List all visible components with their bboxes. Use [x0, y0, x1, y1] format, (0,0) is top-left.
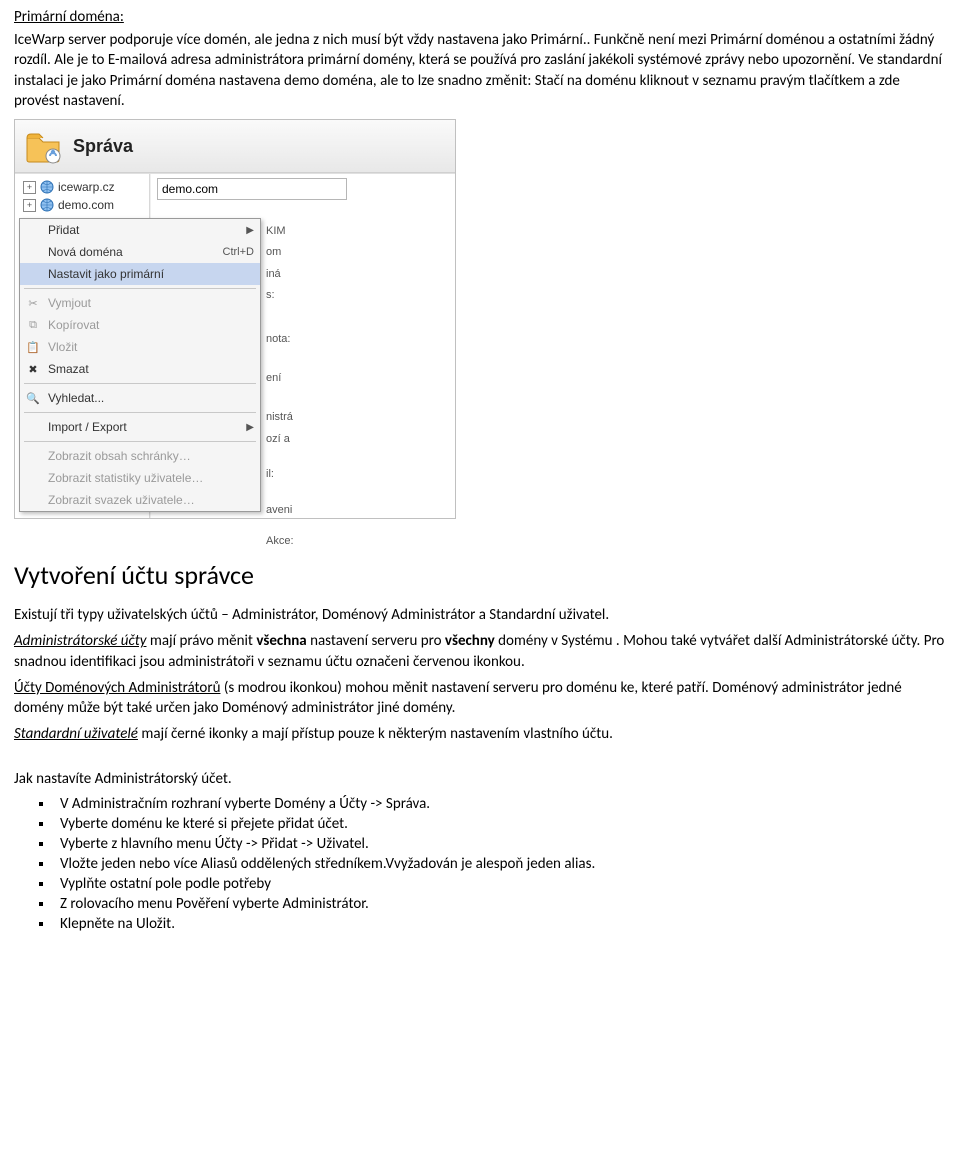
menu-label: Vymjout	[48, 296, 91, 310]
shortcut: Ctrl+D	[223, 246, 254, 258]
tree-item-icewarp[interactable]: + icewarp.cz	[19, 178, 149, 196]
menu-cut[interactable]: ✂ Vymjout	[20, 292, 260, 314]
tree-item-demo[interactable]: + demo.com	[19, 196, 149, 214]
blank-icon	[24, 419, 42, 435]
blank-icon	[24, 244, 42, 260]
side-label: il:	[262, 464, 322, 485]
blank-icon	[24, 266, 42, 282]
menu-import-export[interactable]: Import / Export ▶	[20, 416, 260, 438]
menu-paste[interactable]: 📋 Vložit	[20, 336, 260, 358]
tree-label: demo.com	[58, 198, 114, 212]
menu-copy[interactable]: ⧉ Kopírovat	[20, 314, 260, 336]
menu-new-domain[interactable]: Nová doména Ctrl+D	[20, 241, 260, 263]
menu-label: Zobrazit obsah schránky…	[48, 449, 191, 463]
side-label: nota:	[262, 329, 322, 350]
search-icon: 🔍	[24, 390, 42, 406]
tree-expand-icon[interactable]: +	[23, 199, 36, 212]
tree-expand-icon[interactable]: +	[23, 181, 36, 194]
menu-label: Zobrazit svazek uživatele…	[48, 493, 195, 507]
menu-separator	[24, 383, 256, 384]
paragraph-account-types: Existují tři typy uživatelských účtů – A…	[14, 605, 946, 625]
blank-icon	[24, 222, 42, 238]
text: nastavení serveru pro	[307, 632, 445, 650]
heading-primary-domain: Primární doména:	[14, 8, 946, 26]
menu-show-folder[interactable]: Zobrazit obsah schránky…	[20, 445, 260, 467]
blank-icon	[24, 448, 42, 464]
tree-label: icewarp.cz	[58, 180, 115, 194]
paragraph-domain-admins: Účty Doménových Administrátorů (s modrou…	[14, 678, 946, 719]
paragraph-primary-domain: IceWarp server podporuje více domén, ale…	[14, 30, 946, 111]
globe-icon	[40, 180, 54, 194]
folder-icon	[23, 126, 63, 166]
heading-create-admin-account: Vytvoření účtu správce	[14, 559, 946, 591]
side-label: iná	[262, 264, 322, 285]
paste-icon: 📋	[24, 339, 42, 355]
side-label: s:	[262, 285, 322, 306]
list-item: Vyberte doménu ke které si přejete přida…	[54, 815, 946, 833]
menu-add[interactable]: Přidat ▶	[20, 219, 260, 241]
menu-search[interactable]: 🔍 Vyhledat...	[20, 387, 260, 409]
paragraph-howto: Jak nastavíte Administrátorský účet.	[14, 769, 946, 789]
side-label: aveni	[262, 500, 322, 521]
context-menu: Přidat ▶ Nová doména Ctrl+D Nastavit jak…	[19, 218, 261, 512]
menu-separator	[24, 412, 256, 413]
list-item: Klepněte na Uložit.	[54, 915, 946, 933]
menu-label: Přidat	[48, 223, 79, 237]
menu-label: Kopírovat	[48, 318, 99, 332]
copy-icon: ⧉	[24, 317, 42, 333]
submenu-arrow-icon: ▶	[246, 422, 254, 433]
steps-list: V Administračním rozhraní vyberte Domény…	[54, 795, 946, 933]
menu-show-stats[interactable]: Zobrazit statistiky uživatele…	[20, 467, 260, 489]
menu-label: Import / Export	[48, 420, 127, 434]
text-admin-accounts: Administrátorské účty	[14, 632, 146, 650]
menu-delete[interactable]: ✖ Smazat	[20, 358, 260, 380]
text-domain-admins: Účty Doménových Administrátorů	[14, 679, 220, 697]
text-bold-vsechny: všechny	[445, 632, 495, 650]
list-item: Vyplňte ostatní pole podle potřeby	[54, 875, 946, 893]
globe-icon	[40, 198, 54, 212]
paragraph-standard-users: Standardní uživatelé mají černé ikonky a…	[14, 724, 946, 744]
cropped-side-labels: KIM om iná s: nota: ení nistrá ozí a il:…	[262, 219, 322, 552]
paragraph-admin-accounts: Administrátorské účty mají právo měnit v…	[14, 631, 946, 672]
menu-separator	[24, 441, 256, 442]
screenshot-header: Správa	[15, 120, 455, 173]
delete-icon: ✖	[24, 361, 42, 377]
blank-icon	[24, 492, 42, 508]
scissors-icon: ✂	[24, 295, 42, 311]
domain-name-input[interactable]	[157, 178, 347, 200]
menu-show-bundle[interactable]: Zobrazit svazek uživatele…	[20, 489, 260, 511]
list-item: V Administračním rozhraní vyberte Domény…	[54, 795, 946, 813]
menu-label: Nová doména	[48, 245, 123, 259]
menu-label: Zobrazit statistiky uživatele…	[48, 471, 203, 485]
side-label: ení	[262, 368, 322, 389]
list-item: Z rolovacího menu Pověření vyberte Admin…	[54, 895, 946, 913]
screenshot-sprava: Správa + icewarp.cz + demo.com Přidat ▶	[14, 119, 456, 519]
screenshot-title: Správa	[73, 136, 133, 157]
domain-tree: + icewarp.cz + demo.com Přidat ▶ Nová do…	[15, 174, 150, 518]
menu-set-primary[interactable]: Nastavit jako primární	[20, 263, 260, 285]
menu-separator	[24, 288, 256, 289]
side-label: nistrá	[262, 407, 322, 428]
text: mají černé ikonky a mají přístup pouze k…	[138, 725, 613, 743]
side-label: Akce:	[262, 531, 322, 552]
menu-label: Smazat	[48, 362, 89, 376]
menu-label: Vyhledat...	[48, 391, 104, 405]
text-standard-users: Standardní uživatelé	[14, 725, 138, 743]
side-label: ozí a	[262, 429, 322, 450]
text: mají právo měnit	[146, 632, 256, 650]
menu-label: Vložit	[48, 340, 77, 354]
menu-label: Nastavit jako primární	[48, 267, 164, 281]
blank-icon	[24, 470, 42, 486]
list-item: Vyberte z hlavního menu Účty -> Přidat -…	[54, 835, 946, 853]
list-item: Vložte jeden nebo více Aliasů oddělených…	[54, 855, 946, 873]
side-label: KIM	[262, 221, 322, 242]
side-label: om	[262, 242, 322, 263]
text-bold-vsechna: všechna	[256, 632, 306, 650]
submenu-arrow-icon: ▶	[246, 225, 254, 236]
